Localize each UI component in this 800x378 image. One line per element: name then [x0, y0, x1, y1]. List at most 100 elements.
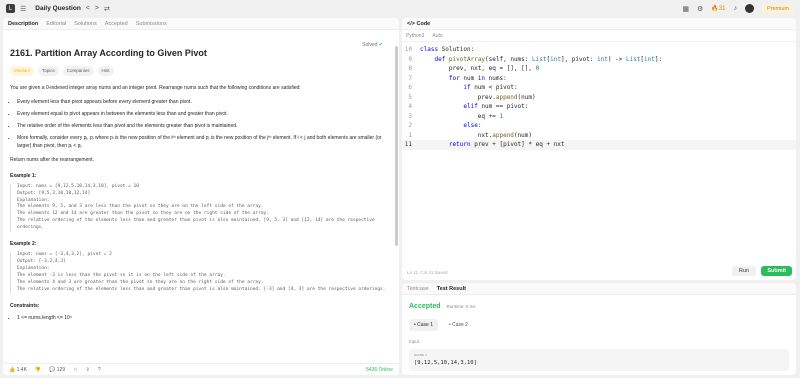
case-tabs: • Case 1 • Case 2	[409, 319, 789, 332]
condition-list: Every element less than pivot appears be…	[10, 98, 392, 150]
code-editor[interactable]: 10 class Solution: 9 def pivotArray(self, …	[402, 42, 796, 150]
code-panel: </> Code Python3 Auto 10 class Solution: 9…	[402, 18, 796, 280]
line-number: 2	[408, 122, 412, 130]
code-line[interactable]: 11 return prev + [pivot] * eq + nxt	[402, 140, 796, 150]
settings-icon[interactable]: ⚙	[697, 5, 703, 13]
example-2-block: Input: nums = [-3,4,3,2], pivot = 2 Outp…	[10, 252, 392, 295]
hint-tag[interactable]: Hint	[97, 66, 114, 76]
code-line[interactable]: 8 prev, nxt, eq = [], [], 0	[402, 64, 796, 74]
input-box: nums = [9,12,5,10,14,3,10]	[409, 349, 789, 371]
tab-code[interactable]: </> Code	[407, 21, 430, 27]
condition-1: Every element less than pivot appears be…	[17, 98, 392, 106]
code-line[interactable]: 6 if num < pivot:	[402, 83, 796, 93]
result-panel: Testcase Test Result Accepted Runtime: 0 …	[402, 283, 796, 375]
streak-counter[interactable]: 🔥31	[711, 5, 725, 12]
notification-icon[interactable]: ♪	[733, 5, 737, 12]
return-statement: Return nums after the rearrangement.	[10, 156, 94, 163]
line-text: nxt.append(num)	[420, 131, 532, 139]
tag-row: Medium Topics Companies Hint	[10, 66, 392, 76]
result-tabs: Testcase Test Result	[402, 283, 796, 295]
shuffle-icon[interactable]: ⇄	[104, 5, 110, 13]
tab-code-label: Code	[416, 20, 431, 27]
line-text: eq += 1	[420, 112, 504, 120]
tab-submissions[interactable]: Submissions	[136, 21, 167, 27]
tab-solutions[interactable]: Solutions	[74, 21, 97, 27]
streak-value: 31	[718, 6, 726, 12]
left-tabs: Description Editorial Solutions Accepted…	[3, 18, 399, 30]
line-number: 4	[408, 103, 412, 111]
code-line[interactable]: 2 else:	[402, 121, 796, 131]
code-line[interactable]: 3 eq += 1	[402, 112, 796, 122]
line-number: 3	[408, 112, 412, 120]
tab-test-result[interactable]: Test Result	[437, 286, 466, 292]
condition-3-detail: More formally, consider every pᵢ, pⱼ whe…	[17, 134, 392, 150]
description-scrollbar[interactable]	[395, 46, 398, 246]
example-1-title: Example 1:	[10, 172, 37, 179]
input-label: Input	[409, 339, 420, 345]
comments-button[interactable]: 💬 129	[49, 367, 65, 373]
submit-button[interactable]: Submit	[761, 266, 792, 276]
problem-intro: You are given a 0-indexed integer array …	[10, 84, 301, 91]
condition-2: Every element equal to pivot appears in …	[17, 110, 392, 118]
line-number: 1	[408, 131, 412, 139]
constraints-title: Constraints:	[10, 303, 40, 310]
tab-description[interactable]: Description	[8, 21, 38, 27]
case-2-tab[interactable]: • Case 2	[444, 319, 473, 331]
condition-3: The relative order of the elements less …	[17, 122, 392, 130]
line-text: else:	[463, 122, 482, 130]
code-line[interactable]: 5 prev.append(num)	[402, 93, 796, 103]
line-number: 11	[404, 141, 412, 149]
daily-question-title[interactable]: Daily Question	[35, 5, 81, 12]
online-count: 5436 Online	[366, 367, 393, 373]
premium-button[interactable]: Premium	[761, 3, 794, 14]
constraints-list: 1 <= nums.length <= 10⁵	[10, 314, 392, 322]
code-line[interactable]: 4 elif num == pivot:	[402, 102, 796, 112]
layout-icon[interactable]: ▦	[682, 5, 689, 13]
runtime: Runtime: 0 ms	[446, 304, 476, 309]
next-problem-button[interactable]: >	[95, 5, 99, 12]
line-text: prev.append(num)	[420, 93, 536, 101]
problem-content: 2161. Partition Array According to Given…	[3, 30, 399, 334]
description-panel: Description Editorial Solutions Accepted…	[3, 18, 399, 375]
language-select[interactable]: Python3	[406, 33, 424, 39]
line-number: 9	[408, 55, 412, 63]
topics-tag[interactable]: Topics	[38, 66, 59, 76]
code-line[interactable]: 10 class Solution:	[402, 45, 796, 55]
code-line[interactable]: 9 def pivotArray(self, nums: List[int], …	[402, 55, 796, 65]
case-1-tab[interactable]: • Case 1	[409, 319, 438, 332]
code-line[interactable]: 1 nxt.append(num)	[402, 131, 796, 141]
solved-badge: Solved ✓	[362, 42, 383, 48]
avatar[interactable]	[744, 4, 754, 13]
dislike-button[interactable]: 👎	[35, 367, 41, 373]
tab-accepted[interactable]: Accepted	[105, 21, 128, 27]
companies-tag[interactable]: Companies	[62, 66, 94, 76]
cursor-status: Ln 11, Col 41 Saved	[407, 269, 448, 275]
tab-editorial[interactable]: Editorial	[46, 21, 66, 27]
description-footer: 👍 1.4K 👎 💬 129 ☆ ⇪ ? 5436 Online	[3, 363, 399, 375]
problem-title: 2161. Partition Array According to Given…	[10, 48, 207, 58]
line-number: 5	[408, 93, 412, 101]
leetcode-logo[interactable]: L	[6, 4, 15, 13]
editor-toolbar: Python3 Auto	[402, 30, 796, 42]
top-navbar: L ☰ Daily Question < > ⇄ ▦ ⚙ 🔥31 ♪ Premi…	[0, 0, 800, 17]
input-value: [9,12,5,10,14,3,10]	[414, 359, 477, 366]
line-number: 7	[408, 74, 412, 82]
share-icon[interactable]: ⇪	[86, 367, 90, 373]
comment-count: 129	[56, 366, 66, 373]
star-icon[interactable]: ☆	[73, 367, 77, 373]
autocomplete-toggle[interactable]: Auto	[432, 33, 442, 39]
help-icon[interactable]: ?	[98, 367, 101, 373]
line-number: 10	[404, 46, 412, 54]
line-text: def pivotArray(self, nums: List[int], pi…	[434, 55, 663, 63]
line-text: prev, nxt, eq = [], [], 0	[420, 65, 540, 73]
like-button[interactable]: 👍 1.4K	[9, 367, 27, 373]
solved-label: Solved	[362, 42, 378, 48]
example-2-title: Example 2:	[10, 241, 37, 248]
constraint-1: 1 <= nums.length <= 10⁵	[17, 314, 392, 322]
problem-list-icon[interactable]: ☰	[20, 5, 26, 13]
line-text: return prev + [pivot] * eq + nxt	[448, 141, 565, 149]
run-button[interactable]: Run	[731, 266, 756, 276]
prev-problem-button[interactable]: <	[86, 5, 90, 12]
tab-testcase[interactable]: Testcase	[407, 286, 429, 292]
code-line[interactable]: 7 for num in nums:	[402, 74, 796, 84]
